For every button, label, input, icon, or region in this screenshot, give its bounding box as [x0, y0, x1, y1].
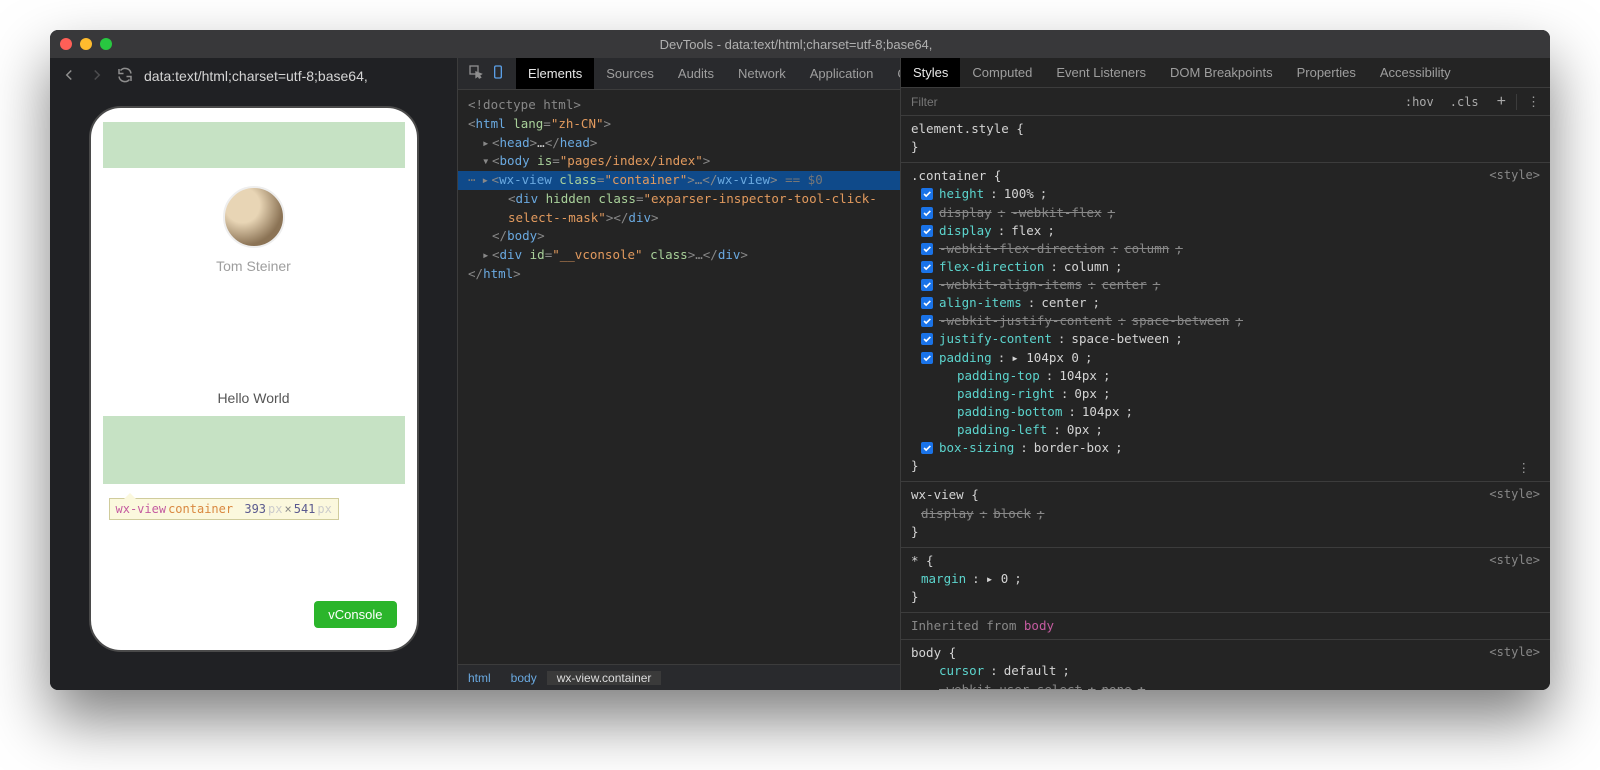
filter-bar: :hov .cls + ⋮	[901, 88, 1550, 116]
subtab-computed[interactable]: Computed	[960, 58, 1044, 87]
new-rule-icon[interactable]: +	[1487, 93, 1516, 111]
username-label: Tom Steiner	[216, 258, 291, 274]
tab-sources[interactable]: Sources	[594, 58, 666, 89]
checkbox-icon[interactable]	[921, 279, 933, 291]
breadcrumb-item[interactable]: html	[458, 671, 501, 685]
checkbox-icon[interactable]	[921, 315, 933, 327]
maximize-icon[interactable]	[100, 38, 112, 50]
rule-body: <style> body { cursor: default;-webkit-u…	[901, 640, 1550, 690]
breadcrumb-item[interactable]: wx-view.container	[547, 671, 662, 685]
source-link[interactable]: <style>	[1489, 167, 1540, 184]
close-icon[interactable]	[60, 38, 72, 50]
reload-icon[interactable]	[116, 66, 134, 87]
cls-toggle[interactable]: .cls	[1442, 95, 1487, 109]
checkbox-icon[interactable]	[921, 297, 933, 309]
css-property[interactable]: justify-content: space-between;	[911, 330, 1540, 348]
inherited-from: Inherited from body	[901, 613, 1550, 640]
sub-tab-bar: StylesComputedEvent ListenersDOM Breakpo…	[901, 58, 1550, 88]
devtools-window: DevTools - data:text/html;charset=utf-8;…	[50, 30, 1550, 690]
styles-pane[interactable]: element.style { } <style> .container { h…	[901, 116, 1550, 690]
nav-bar: data:text/html;charset=utf-8;base64,	[50, 58, 457, 94]
titlebar: DevTools - data:text/html;charset=utf-8;…	[50, 30, 1550, 58]
device-frame: Tom Steiner Hello World wx-viewcontainer…	[89, 106, 419, 652]
source-link[interactable]: <style>	[1489, 552, 1540, 569]
minimize-icon[interactable]	[80, 38, 92, 50]
subtab-accessibility[interactable]: Accessibility	[1368, 58, 1463, 87]
tab-elements[interactable]: Elements	[516, 58, 594, 89]
checkbox-icon[interactable]	[921, 188, 933, 200]
checkbox-icon[interactable]	[921, 442, 933, 454]
rule-element-style: element.style { }	[901, 116, 1550, 163]
main-tab-bar: ElementsSourcesAuditsNetworkApplicationC…	[458, 58, 900, 90]
browser-panel: data:text/html;charset=utf-8;base64, Tom…	[50, 58, 458, 690]
css-property[interactable]: margin: ▸ 0;	[911, 570, 1540, 588]
tooltip-tag: wx-view	[116, 502, 167, 516]
hello-text: Hello World	[217, 390, 289, 406]
css-property[interactable]: -webkit-user-select: none;	[911, 681, 1540, 691]
avatar	[223, 186, 285, 248]
subtab-dom-breakpoints[interactable]: DOM Breakpoints	[1158, 58, 1285, 87]
checkbox-icon[interactable]	[921, 333, 933, 345]
rule-wxview: <style> wx-view { display: block; }	[901, 482, 1550, 547]
css-property[interactable]: -webkit-justify-content: space-between;	[911, 312, 1540, 330]
inspect-tooltip: wx-viewcontainer 393px × 541px	[109, 498, 339, 520]
css-property[interactable]: display: block;	[911, 505, 1540, 523]
selected-node[interactable]: ⋯▸<wx-view class="container">…</wx-view>…	[458, 171, 900, 190]
css-property[interactable]: display: flex;	[911, 222, 1540, 240]
forward-icon[interactable]	[88, 66, 106, 87]
subtab-styles[interactable]: Styles	[901, 58, 960, 87]
css-property[interactable]: flex-direction: column;	[911, 258, 1540, 276]
rule-star: <style> * { margin: ▸ 0; }	[901, 548, 1550, 613]
subtab-event-listeners[interactable]: Event Listeners	[1044, 58, 1158, 87]
window-controls	[60, 38, 112, 50]
css-property[interactable]: padding-bottom: 104px;	[911, 403, 1540, 421]
dom-tree[interactable]: <!doctype html> <html lang="zh-CN"> ▸<he…	[458, 90, 900, 664]
checkbox-icon[interactable]	[921, 225, 933, 237]
device-toggle-icon[interactable]	[490, 64, 506, 83]
css-property[interactable]: display: -webkit-flex;	[911, 204, 1540, 222]
checkbox-icon[interactable]	[921, 207, 933, 219]
tooltip-class: container	[168, 502, 233, 516]
rule-container: <style> .container { height: 100%;displa…	[901, 163, 1550, 482]
css-property[interactable]: padding: ▸ 104px 0;	[911, 349, 1540, 367]
breadcrumb: htmlbodywx-view.container	[458, 664, 900, 690]
hov-toggle[interactable]: :hov	[1397, 95, 1442, 109]
css-property[interactable]: -webkit-align-items: center;	[911, 276, 1540, 294]
css-property[interactable]: padding-right: 0px;	[911, 385, 1540, 403]
url-text: data:text/html;charset=utf-8;base64,	[144, 68, 368, 84]
subtab-properties[interactable]: Properties	[1285, 58, 1368, 87]
filter-input[interactable]	[901, 95, 1397, 109]
tab-audits[interactable]: Audits	[666, 58, 726, 89]
css-property[interactable]: box-sizing: border-box;	[911, 439, 1540, 457]
source-link[interactable]: <style>	[1489, 486, 1540, 503]
breadcrumb-item[interactable]: body	[501, 671, 547, 685]
window-title: DevTools - data:text/html;charset=utf-8;…	[112, 37, 1480, 52]
css-property[interactable]: -webkit-flex-direction: column;	[911, 240, 1540, 258]
css-property[interactable]: align-items: center;	[911, 294, 1540, 312]
css-property[interactable]: cursor: default;	[911, 662, 1540, 680]
styles-more-icon[interactable]: ⋮	[1516, 94, 1550, 110]
checkbox-icon[interactable]	[921, 261, 933, 273]
app-preview: Tom Steiner Hello World wx-viewcontainer…	[103, 122, 405, 636]
css-property[interactable]: height: 100%;	[911, 185, 1540, 203]
checkbox-icon[interactable]	[921, 352, 933, 364]
back-icon[interactable]	[60, 66, 78, 87]
css-property[interactable]: padding-top: 104px;	[911, 367, 1540, 385]
rule-more-icon[interactable]: ⋮	[1508, 459, 1541, 477]
tooltip-height: 541	[294, 502, 316, 516]
source-link[interactable]: <style>	[1489, 644, 1540, 661]
inspect-element-icon[interactable]	[468, 64, 484, 83]
checkbox-icon[interactable]	[921, 243, 933, 255]
tooltip-width: 393	[244, 502, 266, 516]
vconsole-button[interactable]: vConsole	[314, 601, 396, 628]
css-property[interactable]: padding-left: 0px;	[911, 421, 1540, 439]
tab-network[interactable]: Network	[726, 58, 798, 89]
tab-application[interactable]: Application	[798, 58, 886, 89]
